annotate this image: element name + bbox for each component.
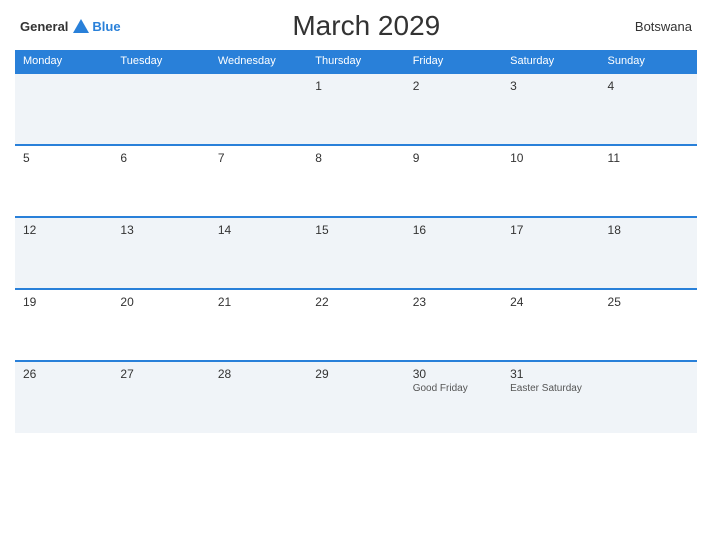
calendar-cell: 6: [112, 145, 209, 217]
calendar-cell: 26: [15, 361, 112, 433]
calendar-cell: 20: [112, 289, 209, 361]
day-number: 18: [608, 223, 689, 237]
day-number: 31: [510, 367, 591, 381]
logo-blue-text: Blue: [92, 19, 120, 34]
day-number: 19: [23, 295, 104, 309]
calendar-cell: 4: [600, 73, 697, 145]
logo: General Blue: [20, 17, 121, 35]
col-tuesday: Tuesday: [112, 50, 209, 73]
day-number: 1: [315, 79, 396, 93]
calendar-cell: 10: [502, 145, 599, 217]
col-saturday: Saturday: [502, 50, 599, 73]
calendar-cell: 28: [210, 361, 307, 433]
day-number: 20: [120, 295, 201, 309]
calendar-cell: [15, 73, 112, 145]
day-number: 9: [413, 151, 494, 165]
day-number: 14: [218, 223, 299, 237]
day-number: 6: [120, 151, 201, 165]
day-number: 5: [23, 151, 104, 165]
day-number: 16: [413, 223, 494, 237]
col-wednesday: Wednesday: [210, 50, 307, 73]
calendar-week-row: 12 13 14 15 16 17 18: [15, 217, 697, 289]
country-label: Botswana: [612, 19, 692, 34]
calendar-cell: 5: [15, 145, 112, 217]
day-number: 29: [315, 367, 396, 381]
page: General Blue March 2029 Botswana Monday …: [0, 0, 712, 550]
day-number: 15: [315, 223, 396, 237]
header: General Blue March 2029 Botswana: [15, 10, 697, 42]
calendar-cell: 22: [307, 289, 404, 361]
calendar-cell: 27: [112, 361, 209, 433]
day-number: 10: [510, 151, 591, 165]
calendar-cell: 16: [405, 217, 502, 289]
day-number: 7: [218, 151, 299, 165]
calendar-week-row: 5 6 7 8 9 10 11: [15, 145, 697, 217]
calendar-cell: 24: [502, 289, 599, 361]
calendar-cell: 25: [600, 289, 697, 361]
day-number: 22: [315, 295, 396, 309]
calendar-cell: 14: [210, 217, 307, 289]
calendar-cell: 7: [210, 145, 307, 217]
day-number: 23: [413, 295, 494, 309]
day-number: 24: [510, 295, 591, 309]
day-number: 25: [608, 295, 689, 309]
day-number: 21: [218, 295, 299, 309]
calendar-cell: 3: [502, 73, 599, 145]
calendar-cell: 29: [307, 361, 404, 433]
calendar-week-row: 1 2 3 4: [15, 73, 697, 145]
calendar-cell: [112, 73, 209, 145]
day-number: 13: [120, 223, 201, 237]
calendar-cell: 8: [307, 145, 404, 217]
day-number: 17: [510, 223, 591, 237]
holiday-name: Easter Saturday: [510, 383, 591, 394]
calendar-cell: 9: [405, 145, 502, 217]
calendar-cell: 11: [600, 145, 697, 217]
calendar-week-row: 19 20 21 22 23 24 25: [15, 289, 697, 361]
calendar-cell: 2: [405, 73, 502, 145]
day-number: 30: [413, 367, 494, 381]
calendar-header-row: Monday Tuesday Wednesday Thursday Friday…: [15, 50, 697, 73]
calendar-cell: 19: [15, 289, 112, 361]
calendar-cell: 18: [600, 217, 697, 289]
calendar-cell: 30 Good Friday: [405, 361, 502, 433]
logo-triangle-icon: [72, 17, 90, 35]
calendar-cell: [600, 361, 697, 433]
day-number: 11: [608, 151, 689, 165]
col-friday: Friday: [405, 50, 502, 73]
calendar-cell: [210, 73, 307, 145]
day-number: 4: [608, 79, 689, 93]
day-number: 3: [510, 79, 591, 93]
calendar-cell: 23: [405, 289, 502, 361]
calendar-week-row: 26 27 28 29 30 Good Friday 31 Easter Saturday: [15, 361, 697, 433]
calendar-cell: 17: [502, 217, 599, 289]
calendar-cell: 13: [112, 217, 209, 289]
day-number: 28: [218, 367, 299, 381]
calendar-title: March 2029: [121, 10, 612, 42]
calendar-cell: 21: [210, 289, 307, 361]
calendar-table: Monday Tuesday Wednesday Thursday Friday…: [15, 50, 697, 433]
calendar-cell: 31 Easter Saturday: [502, 361, 599, 433]
col-sunday: Sunday: [600, 50, 697, 73]
calendar-cell: 1: [307, 73, 404, 145]
day-number: 26: [23, 367, 104, 381]
col-thursday: Thursday: [307, 50, 404, 73]
calendar-cell: 12: [15, 217, 112, 289]
logo-general-text: General: [20, 19, 68, 34]
day-number: 27: [120, 367, 201, 381]
col-monday: Monday: [15, 50, 112, 73]
day-number: 12: [23, 223, 104, 237]
holiday-name: Good Friday: [413, 383, 494, 394]
day-number: 8: [315, 151, 396, 165]
calendar-cell: 15: [307, 217, 404, 289]
day-number: 2: [413, 79, 494, 93]
